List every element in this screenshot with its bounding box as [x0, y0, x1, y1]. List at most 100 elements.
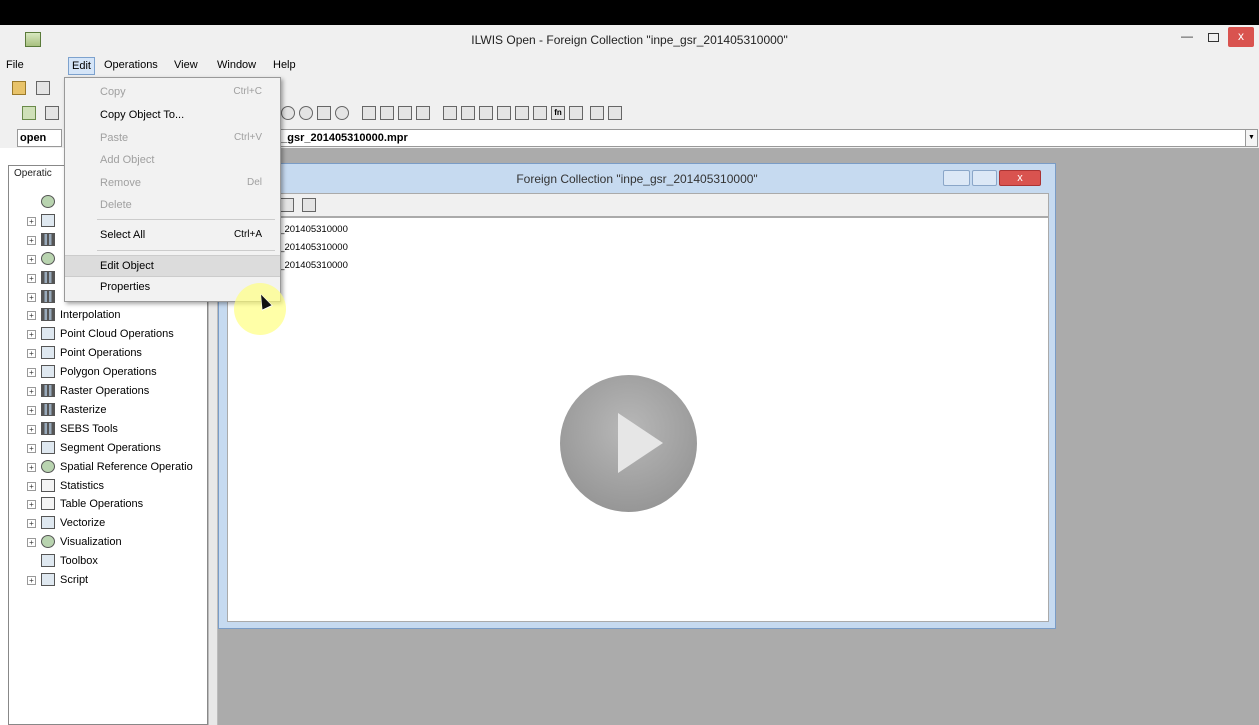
menu-edit[interactable]: Edit — [68, 57, 95, 75]
command-line-input[interactable]: e_gsr_201405310000.mpr — [270, 129, 1247, 147]
raster-map-icon[interactable] — [362, 106, 376, 120]
layers-tool-icon[interactable] — [299, 106, 313, 120]
raster-icon — [41, 289, 55, 303]
raster-icon — [41, 232, 55, 246]
menu-item-label: Delete — [100, 199, 132, 211]
command-left-field[interactable]: open — [17, 129, 62, 147]
menu-file[interactable]: File — [6, 59, 24, 71]
menu-item-shortcut: Ctrl+C — [233, 86, 262, 97]
polygon-map-icon[interactable] — [380, 106, 394, 120]
video-play-button[interactable] — [560, 375, 697, 512]
expand-icon[interactable]: + — [27, 500, 36, 510]
menu-window[interactable]: Window — [217, 59, 256, 71]
georef-icon[interactable] — [461, 106, 475, 120]
collection-icon[interactable] — [590, 106, 604, 120]
toolbox-icon[interactable] — [22, 106, 36, 120]
tree-item-label: Point Operations — [60, 347, 142, 360]
globe-tool-icon[interactable] — [281, 106, 295, 120]
domain-icon[interactable] — [497, 106, 511, 120]
expand-icon[interactable]: + — [27, 292, 36, 302]
edit-menu-dropdown: Copy Ctrl+C Copy Object To... Paste Ctrl… — [64, 77, 281, 302]
menu-item-paste[interactable]: Paste Ctrl+V — [65, 128, 280, 150]
filter-icon[interactable] — [533, 106, 547, 120]
expand-icon[interactable]: + — [27, 424, 36, 434]
raster-icon — [41, 270, 55, 284]
chart-icon — [41, 213, 55, 227]
expand-icon[interactable]: + — [27, 462, 36, 472]
menu-item-label: Copy Object To... — [100, 109, 185, 121]
expand-icon[interactable]: + — [27, 387, 36, 396]
menu-item-copy[interactable]: Copy Ctrl+C — [65, 82, 280, 104]
child-maximize-button[interactable] — [972, 170, 997, 186]
details-view-icon[interactable] — [280, 198, 294, 212]
segment-map-icon[interactable] — [398, 106, 412, 120]
menu-item-label: Paste — [100, 132, 129, 144]
menu-item-select-all[interactable]: Select All Ctrl+A — [65, 225, 280, 247]
tree-item-label: Segment Operations — [60, 441, 161, 454]
globe2-tool-icon[interactable] — [335, 106, 349, 120]
grid-tool-icon[interactable] — [317, 106, 331, 120]
expand-icon[interactable]: + — [27, 216, 36, 226]
menu-item-remove[interactable]: Remove Del — [65, 173, 280, 195]
chevron-down-icon[interactable]: ▼ — [1245, 129, 1258, 147]
script-tool-icon[interactable] — [569, 106, 583, 120]
expand-icon[interactable]: + — [27, 273, 36, 283]
expand-icon[interactable]: + — [27, 481, 36, 491]
menu-item-label: Properties — [100, 281, 151, 293]
vector-icon — [41, 516, 55, 530]
cursor-highlight — [234, 283, 286, 335]
menu-item-label: Add Object — [100, 154, 155, 166]
raster-icon — [41, 384, 55, 397]
menu-item-copy-object-to[interactable]: Copy Object To... — [65, 105, 280, 127]
expand-icon[interactable]: + — [27, 576, 36, 585]
child-minimize-button[interactable] — [943, 170, 970, 186]
expand-icon[interactable]: + — [27, 368, 36, 378]
tree-item-label: Statistics — [60, 479, 105, 492]
representation-icon[interactable] — [515, 106, 529, 120]
polygon-icon — [41, 365, 55, 379]
expand-icon[interactable]: + — [27, 254, 36, 264]
minimize-button[interactable]: — — [1175, 27, 1199, 47]
table-icon — [41, 478, 55, 492]
expand-icon[interactable]: + — [27, 349, 36, 359]
tree-item-label: Visualization — [60, 536, 122, 549]
list-item[interactable]: r_201405310000 — [276, 242, 348, 253]
annotation-icon[interactable] — [608, 106, 622, 120]
point-map-icon[interactable] — [416, 106, 430, 120]
menu-operations[interactable]: Operations — [104, 59, 158, 71]
menu-item-delete[interactable]: Delete — [65, 195, 280, 217]
child-close-button[interactable]: x — [999, 170, 1041, 186]
expand-icon[interactable]: + — [27, 519, 36, 529]
list-item[interactable]: r_201405310000 — [276, 260, 348, 271]
toolbox-icon — [41, 554, 55, 568]
function-icon[interactable]: fn — [551, 106, 565, 120]
close-button[interactable]: x — [1228, 27, 1254, 47]
globe-icon — [41, 251, 55, 265]
coordsys-icon[interactable] — [479, 106, 493, 120]
map-icon[interactable] — [45, 106, 59, 120]
expand-icon[interactable]: + — [27, 538, 36, 548]
menu-item-label: Edit Object — [100, 260, 154, 272]
expand-icon[interactable]: + — [27, 443, 36, 453]
copy-icon[interactable] — [36, 81, 50, 95]
properties-icon[interactable] — [302, 198, 316, 212]
menu-help[interactable]: Help — [273, 59, 296, 71]
expand-icon[interactable]: + — [27, 235, 36, 245]
menu-separator — [97, 250, 275, 251]
open-folder-icon[interactable] — [12, 81, 26, 95]
expand-icon[interactable]: + — [27, 405, 36, 415]
menu-item-add-object[interactable]: Add Object — [65, 150, 280, 172]
menu-item-edit-object[interactable]: Edit Object — [65, 255, 280, 277]
maximize-button[interactable] — [1201, 27, 1225, 47]
collection-toolbar — [227, 193, 1049, 217]
menu-view[interactable]: View — [174, 59, 198, 71]
table-tool-icon[interactable] — [443, 106, 457, 120]
list-item[interactable]: r_201405310000 — [276, 224, 348, 235]
menu-item-shortcut: Del — [246, 177, 262, 188]
collection-window-title: Foreign Collection "inpe_gsr_20140531000… — [516, 172, 758, 186]
tree-item-label: Raster Operations — [60, 385, 150, 397]
expand-icon[interactable]: + — [27, 311, 36, 321]
globe-icon — [41, 459, 55, 473]
expand-icon[interactable]: + — [27, 330, 36, 340]
segment-icon — [41, 440, 55, 454]
